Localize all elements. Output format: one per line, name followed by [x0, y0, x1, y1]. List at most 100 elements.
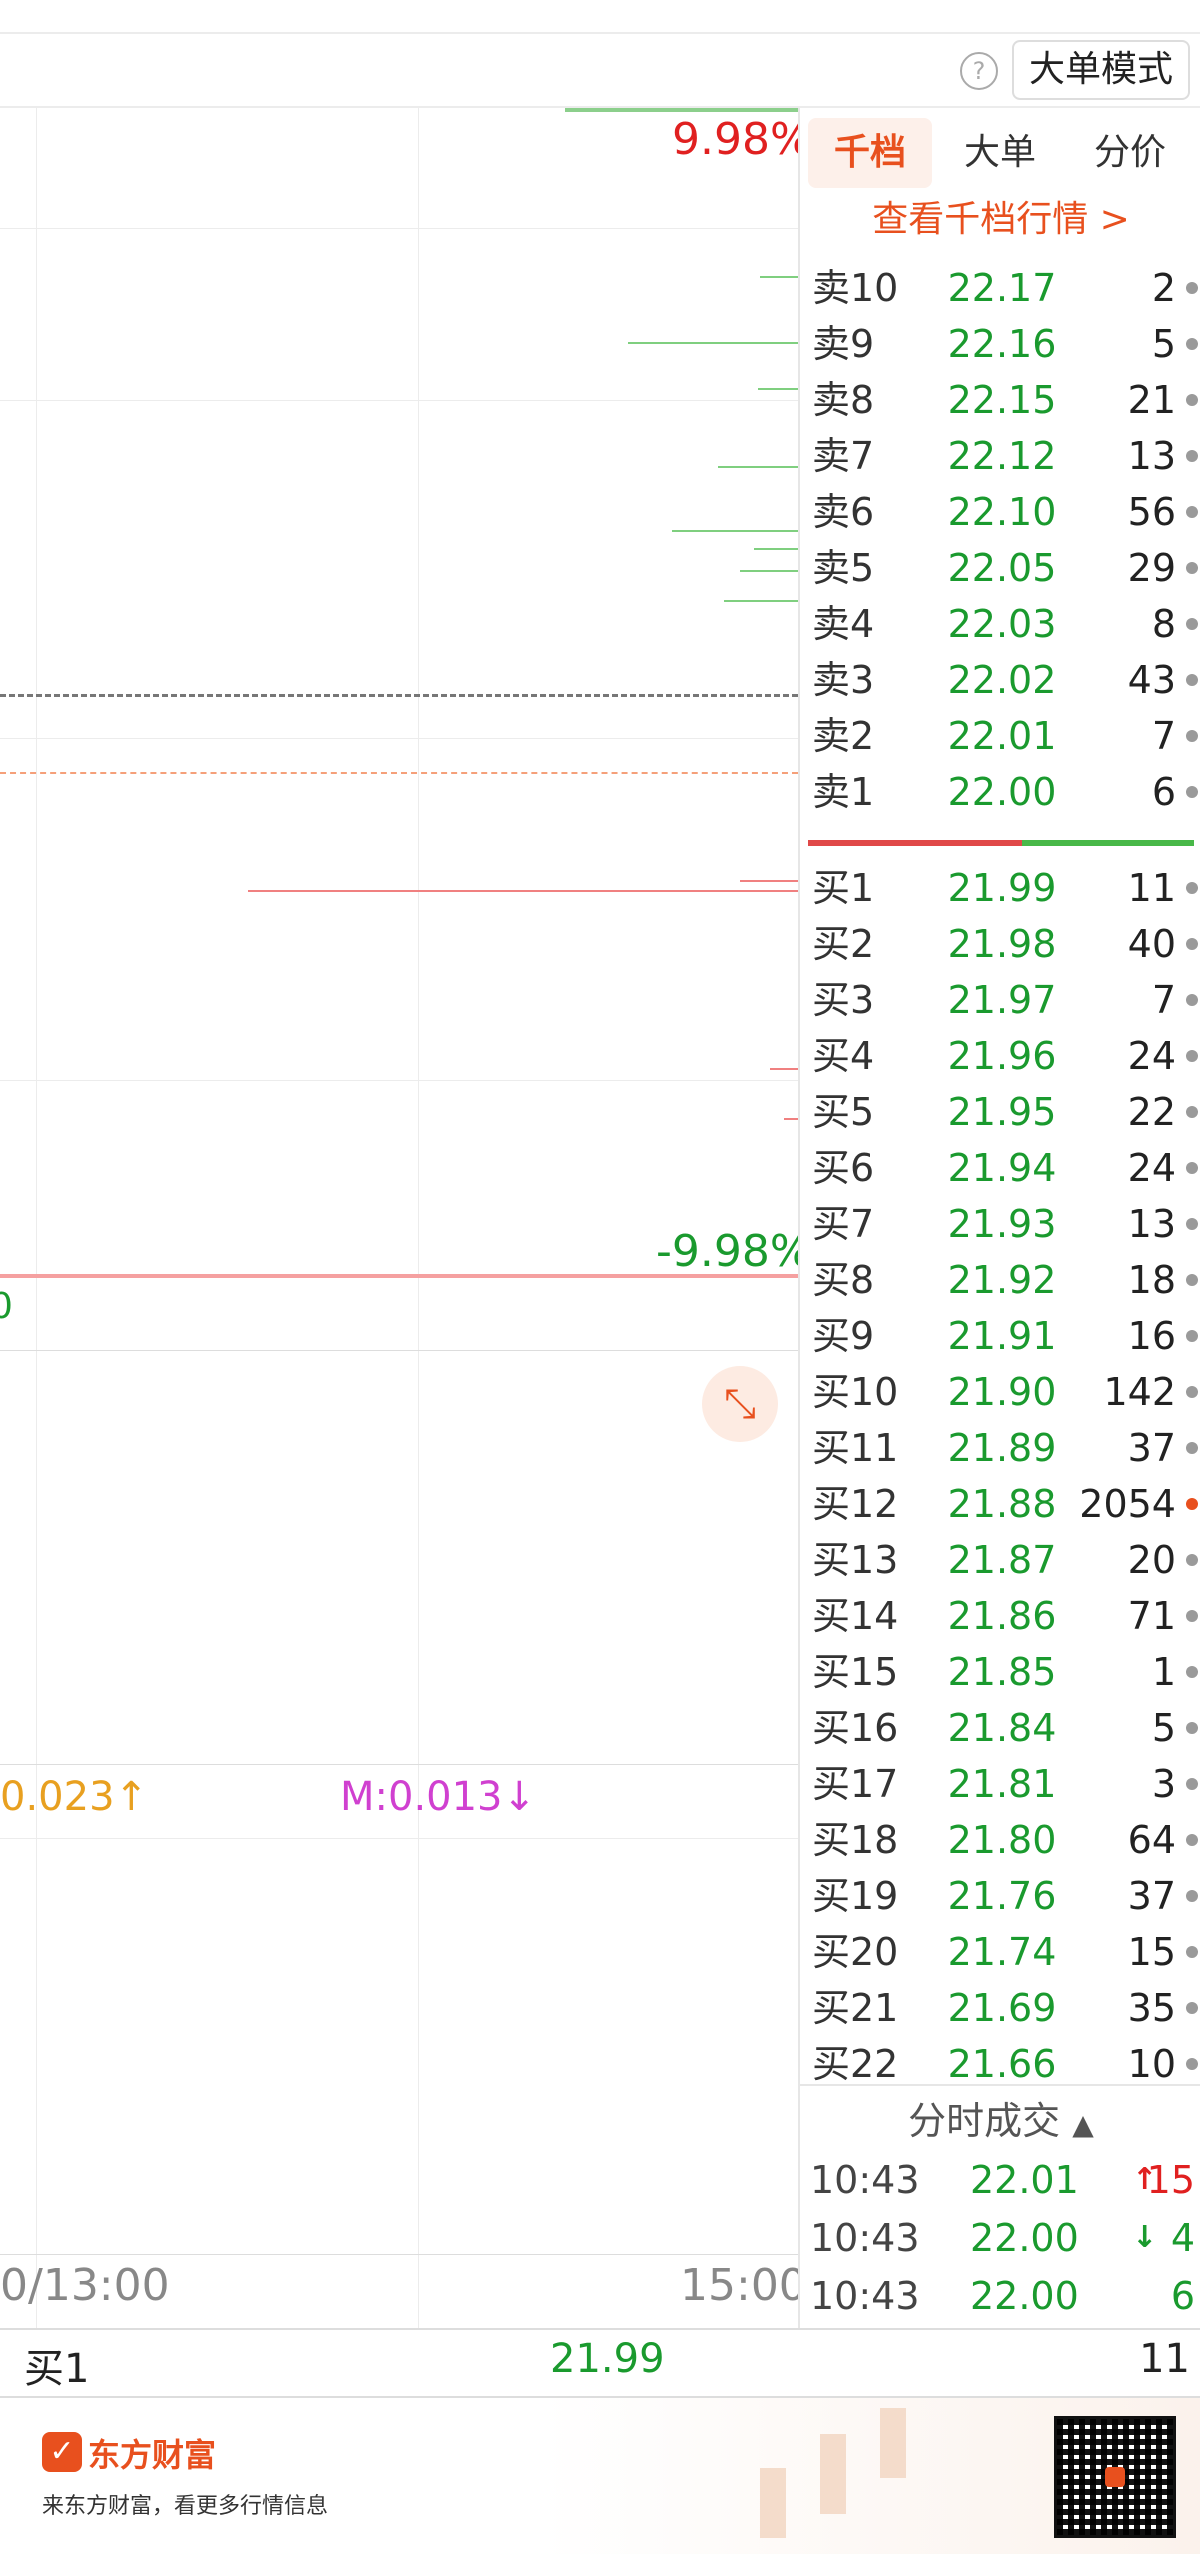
tab-price-distribution[interactable]: 分价 — [1068, 118, 1192, 188]
level-label: 买2 — [812, 922, 875, 966]
trade-time: 10:43 — [810, 2216, 920, 2260]
book-split-bar-green — [1022, 840, 1194, 846]
intraday-chart[interactable]: 9.98% -9.98% 0 ⤡ 0.023↑ M:0.013↓ 0/13:00… — [0, 108, 798, 2328]
depth-line — [628, 342, 798, 344]
sell-level-row[interactable]: 卖7 22.12 13 — [812, 428, 1200, 484]
sell-level-row[interactable]: 卖3 22.02 43 — [812, 652, 1200, 708]
level-price: 22.16 — [947, 322, 1057, 366]
level-label: 买17 — [812, 1762, 899, 1806]
sell-level-row[interactable]: 卖1 22.00 6 — [812, 764, 1200, 820]
sell-level-row[interactable]: 卖9 22.16 5 — [812, 316, 1200, 372]
sell-level-row[interactable]: 卖10 22.17 2 — [812, 260, 1200, 316]
view-depth-link[interactable]: 查看千档行情 > — [800, 190, 1200, 242]
depth-line — [754, 548, 798, 550]
qr-code[interactable] — [1054, 2416, 1176, 2538]
status-dot-icon — [1186, 2058, 1198, 2070]
tab-big-orders[interactable]: 大单 — [938, 118, 1062, 188]
prev-close-line — [0, 694, 798, 697]
buy-level-row[interactable]: 买12 21.88 2054 — [812, 1476, 1200, 1532]
grid-line — [418, 108, 419, 2328]
status-dot-icon — [1186, 394, 1198, 406]
level-label: 买9 — [812, 1314, 875, 1358]
buy-level-row[interactable]: 买14 21.86 71 — [812, 1588, 1200, 1644]
trades-header[interactable]: 分时成交 ▲ — [800, 2090, 1200, 2145]
level-label: 买18 — [812, 1818, 899, 1862]
level-volume: 2054 — [1079, 1482, 1176, 1526]
tab-thousand-levels[interactable]: 千档 — [808, 118, 932, 188]
level-label: 卖5 — [812, 546, 875, 590]
buy-level-row[interactable]: 买8 21.92 18 — [812, 1252, 1200, 1308]
level-price: 21.80 — [947, 1818, 1057, 1862]
level-label: 买5 — [812, 1090, 875, 1134]
buy-level-row[interactable]: 买9 21.91 16 — [812, 1308, 1200, 1364]
buy-level-row[interactable]: 买7 21.93 13 — [812, 1196, 1200, 1252]
level-label: 买10 — [812, 1370, 899, 1414]
price-fragment: 0 — [0, 1286, 13, 1327]
status-dot-icon — [1186, 674, 1198, 686]
status-dot-icon — [1186, 1722, 1198, 1734]
depth-line — [758, 388, 798, 390]
buy-level-row[interactable]: 买6 21.94 24 — [812, 1140, 1200, 1196]
buy-level-row[interactable]: 买11 21.89 37 — [812, 1420, 1200, 1476]
status-dot-icon — [1186, 1274, 1198, 1286]
buy-level-row[interactable]: 买5 21.95 22 — [812, 1084, 1200, 1140]
status-dot-icon — [1186, 786, 1198, 798]
level-label: 买13 — [812, 1538, 899, 1582]
candle-decoration — [820, 2434, 846, 2514]
status-dot-icon — [1186, 1834, 1198, 1846]
buy-level-row[interactable]: 买19 21.76 37 — [812, 1868, 1200, 1924]
level-price: 21.81 — [947, 1762, 1057, 1806]
buy-level-row[interactable]: 买2 21.98 40 — [812, 916, 1200, 972]
status-dot-icon — [1186, 1106, 1198, 1118]
level-price: 21.85 — [947, 1650, 1057, 1694]
level-label: 买7 — [812, 1202, 875, 1246]
level-volume: 71 — [1127, 1594, 1176, 1638]
depth-line — [760, 276, 798, 278]
level-volume: 29 — [1127, 546, 1176, 590]
sell-level-row[interactable]: 卖8 22.15 21 — [812, 372, 1200, 428]
buy-level-row[interactable]: 买3 21.97 7 — [812, 972, 1200, 1028]
buy-level-row[interactable]: 买20 21.74 15 — [812, 1924, 1200, 1980]
level-label: 买1 — [812, 866, 875, 910]
buy-level-row[interactable]: 买16 21.84 5 — [812, 1700, 1200, 1756]
level-volume: 35 — [1127, 1986, 1176, 2030]
bottom-bid-row[interactable]: 买1 21.99 11 — [0, 2330, 1200, 2396]
bid-depth-line — [770, 1068, 798, 1070]
expand-icon[interactable]: ⤡ — [702, 1366, 778, 1442]
book-split-bar-red — [808, 840, 1022, 846]
sell-level-row[interactable]: 卖5 22.05 29 — [812, 540, 1200, 596]
level-volume: 20 — [1127, 1538, 1176, 1582]
level-volume: 43 — [1127, 658, 1176, 702]
footer-banner — [0, 2398, 1200, 2554]
buy-level-row[interactable]: 买4 21.96 24 — [812, 1028, 1200, 1084]
buy-level-row[interactable]: 买18 21.80 64 — [812, 1812, 1200, 1868]
sell-level-row[interactable]: 卖2 22.01 7 — [812, 708, 1200, 764]
trade-row[interactable]: 10:43 22.01 ↑ 15 — [810, 2152, 1195, 2208]
help-icon[interactable]: ? — [960, 52, 998, 90]
trade-row[interactable]: 10:43 22.00 ↓ 4 — [810, 2210, 1195, 2266]
status-dot-icon — [1186, 338, 1198, 350]
status-dot-icon — [1186, 1050, 1198, 1062]
bottom-bid-vol: 11 — [1139, 2336, 1190, 2382]
buy-level-row[interactable]: 买21 21.69 35 — [812, 1980, 1200, 2036]
trade-row[interactable]: 10:43 22.00 6 — [810, 2268, 1195, 2324]
grid-line — [36, 108, 37, 2328]
level-label: 买20 — [812, 1930, 899, 1974]
level-label: 卖2 — [812, 714, 875, 758]
buy-level-row[interactable]: 买15 21.85 1 — [812, 1644, 1200, 1700]
indicator-a-label: 0.023↑ — [0, 1774, 149, 1820]
level-price: 21.89 — [947, 1426, 1057, 1470]
sell-level-row[interactable]: 卖6 22.10 56 — [812, 484, 1200, 540]
time-axis-mid: 0/13:00 — [0, 2260, 170, 2311]
sell-level-row[interactable]: 卖4 22.03 8 — [812, 596, 1200, 652]
buy-level-row[interactable]: 买10 21.90 142 — [812, 1364, 1200, 1420]
buy-level-row[interactable]: 买17 21.81 3 — [812, 1756, 1200, 1812]
status-dot-icon — [1186, 2002, 1198, 2014]
grid-line — [0, 400, 798, 401]
level-price: 21.93 — [947, 1202, 1057, 1246]
buy-level-row[interactable]: 买13 21.87 20 — [812, 1532, 1200, 1588]
grid-line — [0, 1080, 798, 1081]
level-price: 22.05 — [947, 546, 1057, 590]
buy-level-row[interactable]: 买1 21.99 11 — [812, 860, 1200, 916]
big-order-mode-button[interactable]: 大单模式 — [1012, 40, 1190, 100]
